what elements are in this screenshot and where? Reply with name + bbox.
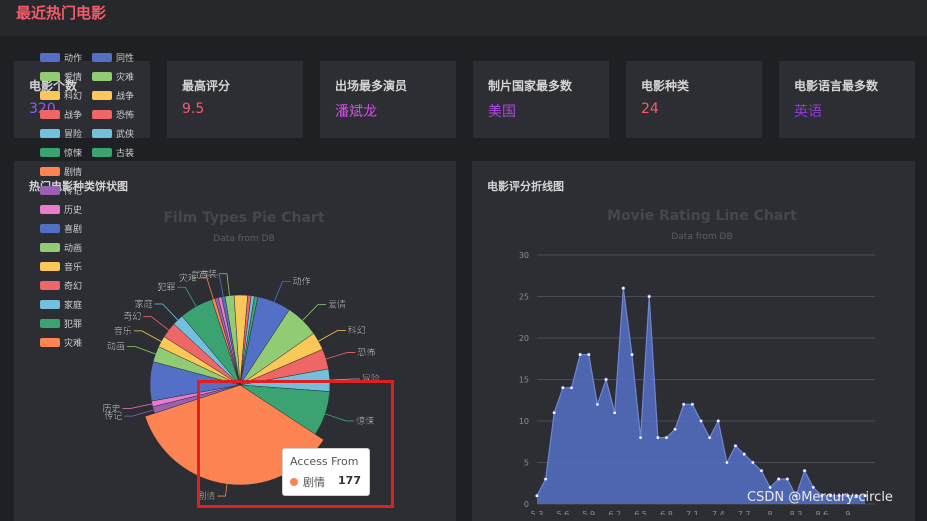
stat-label: 电影语言最多数	[794, 79, 879, 93]
stat-value: 9.5	[182, 101, 205, 117]
stat-label: 制片国家最多数	[488, 79, 573, 93]
panel-title: 电影评分折线图	[487, 180, 564, 193]
line-panel: 电影评分折线图 Movie Rating Line Chart Data fro…	[472, 161, 915, 521]
watermark: CSDN @Mercury-circle	[747, 490, 893, 505]
stat-label: 最高评分	[182, 79, 231, 93]
top-bar: 最近热门电影	[0, 0, 927, 36]
stat-value: 美国	[488, 104, 516, 120]
stat-value: 24	[641, 101, 659, 117]
highlight-box	[197, 380, 394, 508]
stat-card-genre-count: 电影种类 24	[626, 61, 762, 138]
stat-card-top-rating: 最高评分 9.5	[167, 61, 303, 138]
stat-card-top-language: 电影语言最多数 英语	[779, 61, 915, 138]
stat-card-top-actor: 出场最多演员 潘斌龙	[320, 61, 456, 138]
chart-title: Movie Rating Line Chart	[607, 208, 797, 224]
stat-value: 英语	[794, 104, 822, 120]
app-title: 最近热门电影	[16, 4, 107, 22]
stat-label: 出场最多演员	[335, 79, 408, 93]
chart-subtitle: Data from DB	[213, 234, 275, 244]
chart-title: Film Types Pie Chart	[163, 210, 325, 226]
stat-value: 潘斌龙	[335, 104, 377, 120]
stat-card-top-country: 制片国家最多数 美国	[473, 61, 609, 138]
stat-label: 电影种类	[641, 79, 690, 93]
chart-subtitle: Data from DB	[671, 232, 733, 242]
